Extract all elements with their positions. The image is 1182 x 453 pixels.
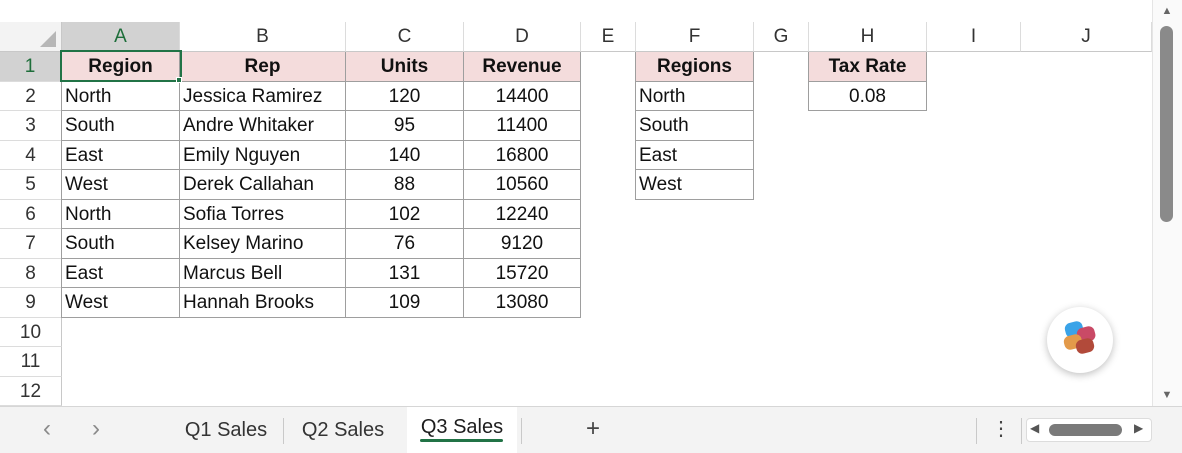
- cell-region[interactable]: East: [62, 259, 180, 288]
- cell-revenue[interactable]: 9120: [464, 229, 581, 259]
- cell-units[interactable]: 95: [346, 111, 464, 141]
- cell-revenue-header[interactable]: Revenue: [464, 52, 581, 82]
- table-left-border: [61, 52, 62, 318]
- row-header-1[interactable]: 1: [0, 52, 62, 82]
- row-header-12[interactable]: 12: [0, 377, 62, 406]
- cell-revenue[interactable]: 13080: [464, 288, 581, 318]
- row-header-8[interactable]: 8: [0, 259, 62, 288]
- tab-q3-sales[interactable]: Q3 Sales: [407, 407, 517, 453]
- cell-region-list-item[interactable]: West: [636, 170, 754, 200]
- cell-region-list-item[interactable]: South: [636, 111, 754, 141]
- column-header-d[interactable]: D: [464, 22, 581, 52]
- cell-revenue[interactable]: 12240: [464, 200, 581, 229]
- cell-revenue[interactable]: 10560: [464, 170, 581, 200]
- cell-region[interactable]: West: [62, 288, 180, 318]
- tab-separator: [976, 418, 977, 444]
- cell-revenue[interactable]: 16800: [464, 141, 581, 170]
- copilot-button[interactable]: [1047, 307, 1113, 373]
- scroll-right-icon[interactable]: ▶: [1134, 421, 1143, 435]
- cell-revenue[interactable]: 15720: [464, 259, 581, 288]
- cell-region-list-item[interactable]: North: [636, 82, 754, 111]
- column-header-a[interactable]: A: [62, 22, 180, 52]
- cell-region[interactable]: North: [62, 82, 180, 111]
- add-sheet-icon[interactable]: +: [578, 407, 608, 453]
- tab-q1-sales[interactable]: Q1 Sales: [170, 407, 282, 453]
- scroll-left-icon[interactable]: ◀: [1030, 421, 1039, 435]
- column-header-b[interactable]: B: [180, 22, 346, 52]
- tab-separator: [521, 418, 522, 444]
- row-header-10[interactable]: 10: [0, 318, 62, 347]
- select-all-corner[interactable]: [0, 22, 62, 52]
- column-header-e[interactable]: E: [581, 22, 636, 52]
- row-header-5[interactable]: 5: [0, 170, 62, 200]
- column-header-h[interactable]: H: [809, 22, 927, 52]
- select-all-triangle-icon: [40, 31, 56, 47]
- more-options-icon[interactable]: ⋮: [986, 407, 1016, 453]
- column-header-i[interactable]: I: [927, 22, 1021, 52]
- cell-units[interactable]: 88: [346, 170, 464, 200]
- copilot-icon: [1063, 321, 1096, 354]
- active-tab-indicator: [420, 439, 503, 442]
- cell-units-header[interactable]: Units: [346, 52, 464, 82]
- column-header-g[interactable]: G: [754, 22, 809, 52]
- cell-region[interactable]: South: [62, 229, 180, 259]
- cell-tax-rate-value[interactable]: 0.08: [809, 82, 927, 111]
- cell-rep[interactable]: Emily Nguyen: [180, 141, 346, 170]
- cell-units[interactable]: 131: [346, 259, 464, 288]
- row-header-6[interactable]: 6: [0, 200, 62, 229]
- scroll-up-icon[interactable]: ▲: [1152, 5, 1182, 17]
- tab-separator: [1021, 418, 1022, 444]
- column-header-f[interactable]: F: [636, 22, 754, 52]
- cell-rep[interactable]: Derek Callahan: [180, 170, 346, 200]
- row-header-7[interactable]: 7: [0, 229, 62, 259]
- row-header-9[interactable]: 9: [0, 288, 62, 318]
- cell-units[interactable]: 76: [346, 229, 464, 259]
- cell-units[interactable]: 109: [346, 288, 464, 318]
- tab-q2-sales[interactable]: Q2 Sales: [288, 407, 398, 453]
- cell-units[interactable]: 120: [346, 82, 464, 111]
- cell-region-list-item[interactable]: East: [636, 141, 754, 170]
- next-sheet-icon[interactable]: ›: [81, 407, 111, 453]
- cell-regions-header[interactable]: Regions: [636, 52, 754, 82]
- row-header-3[interactable]: 3: [0, 111, 62, 141]
- column-header-c[interactable]: C: [346, 22, 464, 52]
- scroll-down-icon[interactable]: ▼: [1152, 389, 1182, 401]
- cell-rep[interactable]: Sofia Torres: [180, 200, 346, 229]
- prev-sheet-icon[interactable]: ‹: [32, 407, 62, 453]
- cell-region[interactable]: West: [62, 170, 180, 200]
- row-header-2[interactable]: 2: [0, 82, 62, 111]
- cell-rep[interactable]: Marcus Bell: [180, 259, 346, 288]
- column-header-j[interactable]: J: [1021, 22, 1152, 52]
- cell-rep[interactable]: Jessica Ramirez: [180, 82, 346, 111]
- cell-region[interactable]: South: [62, 111, 180, 141]
- fill-handle[interactable]: [176, 77, 182, 83]
- cell-rep[interactable]: Andre Whitaker: [180, 111, 346, 141]
- cell-region[interactable]: East: [62, 141, 180, 170]
- cell-region[interactable]: North: [62, 200, 180, 229]
- cell-units[interactable]: 102: [346, 200, 464, 229]
- cell-revenue[interactable]: 11400: [464, 111, 581, 141]
- vertical-scroll-thumb[interactable]: [1160, 26, 1173, 222]
- tab-separator: [283, 418, 284, 444]
- horizontal-scroll-thumb[interactable]: [1049, 424, 1122, 436]
- cell-rep-header[interactable]: Rep: [180, 52, 346, 82]
- cell-units[interactable]: 140: [346, 141, 464, 170]
- active-cell-selection: [60, 50, 182, 82]
- row-header-4[interactable]: 4: [0, 141, 62, 170]
- cell-revenue[interactable]: 14400: [464, 82, 581, 111]
- cell-rep[interactable]: Kelsey Marino: [180, 229, 346, 259]
- row-header-11[interactable]: 11: [0, 347, 62, 377]
- cell-rep[interactable]: Hannah Brooks: [180, 288, 346, 318]
- cell-tax-rate-header[interactable]: Tax Rate: [809, 52, 927, 82]
